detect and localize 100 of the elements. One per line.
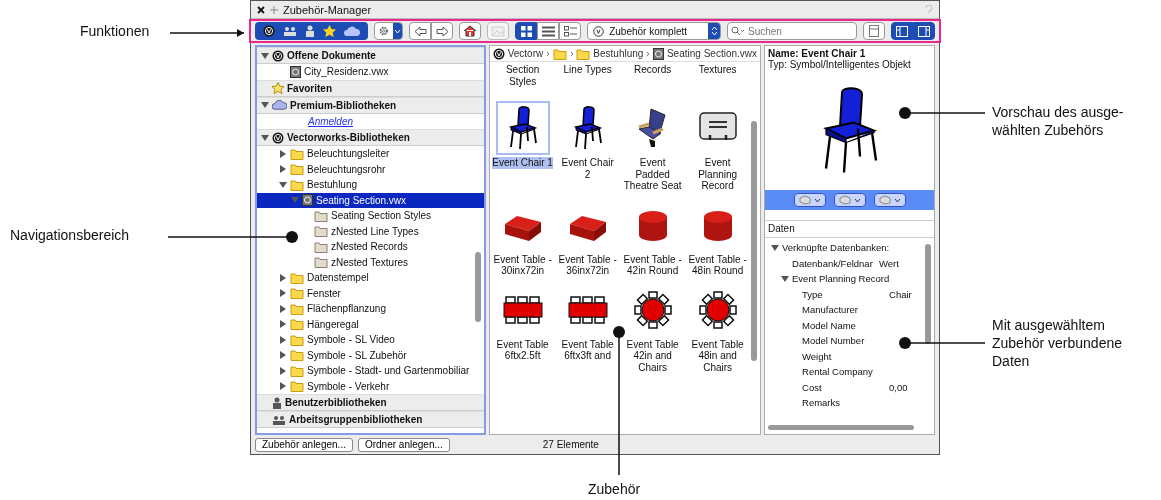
item-label[interactable]: Event Table - 42in Round [622,253,683,277]
close-icon[interactable] [257,5,265,14]
tree-item[interactable]: Bestuhlung [257,177,484,193]
section-header[interactable]: Vectorworks-Bibliotheken [257,129,484,146]
document-icon [652,47,664,60]
expand-triangle-icon[interactable] [279,382,287,391]
forward-button[interactable] [431,22,454,40]
home-button[interactable] [459,22,482,40]
item-count: 27 Elemente [542,439,599,450]
expand-triangle-icon[interactable] [279,289,287,298]
section-header[interactable]: Offene Dokumente [257,47,484,64]
tree-item[interactable]: Beleuchtungsleiter [257,146,484,162]
item-label[interactable]: Event Chair 1 [492,157,553,169]
expand-triangle-icon[interactable] [279,351,287,360]
tree-item[interactable]: zNested Textures [257,254,484,270]
expand-triangle-icon[interactable] [279,149,287,158]
item-label[interactable]: Event Table 6ftx3ft and [557,338,618,362]
item-label[interactable]: Event Table - 48in Round [687,253,748,277]
data-field-label: Cost [802,381,823,393]
breadcrumb-item[interactable]: Bestuhlung [593,48,644,59]
panel-button[interactable] [863,22,885,40]
collapse-triangle-icon[interactable] [261,133,269,142]
cloud-icon[interactable] [344,26,360,36]
item-label[interactable]: Textures [687,64,748,76]
horizontal-scrollbar[interactable] [768,425,914,430]
tree-item[interactable]: Beleuchtungsrohr [257,161,484,177]
view-dropdown[interactable] [793,193,826,207]
grid-view-button[interactable] [515,22,538,40]
data-field-value: Wert [879,257,899,269]
item-label[interactable]: Event Padded Theatre Seat [622,157,683,192]
item-label[interactable]: Event Table 6ftx2.5ft [492,338,553,362]
tree-item[interactable]: City_Residenz.vwx [257,64,484,80]
expand-triangle-icon[interactable] [279,273,287,282]
create-button[interactable]: Zubehör anlegen... [255,437,353,452]
sign-in-link[interactable]: Anmelden [308,115,354,127]
back-button[interactable] [409,22,432,40]
search-icon [731,26,745,36]
item-label[interactable]: Event Table 48in and Chairs [687,338,748,373]
item-label[interactable]: Line Types [557,64,618,76]
detail-view-button[interactable] [559,22,582,40]
tree-item[interactable]: Fenster [257,285,484,301]
expand-triangle-icon[interactable] [279,320,287,329]
data-field-label: Event Planning Record [792,273,890,285]
folder-icon [290,349,304,362]
data-field-label: Manufacturer [802,304,859,316]
star-icon[interactable] [323,25,336,37]
collapse-triangle-icon[interactable] [261,101,269,109]
item-label[interactable]: Event Chair 2 [557,157,618,180]
tree-item[interactable]: Anmelden [257,113,484,129]
callout-label: Vorschau des ausge- wählten Zubehörs [992,103,1124,139]
breadcrumb-item[interactable]: Vectorw [507,48,544,59]
tree-item[interactable]: zNested Records [257,239,484,255]
list-icon [541,25,555,37]
expand-triangle-icon[interactable] [279,304,287,313]
tree-item[interactable]: Seating Section Styles [257,208,484,224]
item-label[interactable]: Event Table 42in and Chairs [622,338,683,373]
expand-triangle-icon[interactable] [279,165,287,174]
column-header[interactable]: Daten [768,223,795,234]
item-thumbnail[interactable] [495,101,550,155]
user-icon [272,396,282,409]
scrollbar[interactable] [925,244,931,344]
content-filter-dropdown[interactable]: Zubehör komplett [587,22,721,40]
tree-item[interactable]: Hängeregal [257,316,484,332]
settings-dropdown[interactable] [374,22,404,40]
search-field[interactable]: Suchen [727,22,857,40]
expand-triangle-icon[interactable] [279,366,287,375]
tree-item-label[interactable]: Symbole - Stadt- und Gartenmobiliar [307,365,470,377]
item-label[interactable]: Event Table - 30inx72in [492,253,553,277]
section-header[interactable]: Benutzerbibliotheken [257,394,484,411]
user-icon[interactable] [305,25,315,37]
data-field-label: Remarks [802,397,842,409]
collapse-triangle-icon[interactable] [781,274,789,283]
panel-toggle-button[interactable] [913,22,935,40]
tree-item-label[interactable]: Symbole - SL Zubehör [307,349,407,361]
tree-item-label[interactable]: Symbole - SL Video [307,334,395,346]
item-label[interactable]: Event Planning Record [687,157,748,192]
cube-icon [838,195,851,205]
dropdown-arrows-icon [710,25,718,37]
collapse-triangle-icon[interactable] [261,51,269,60]
tree-item[interactable]: Flächenpflanzung [257,301,484,317]
item-label[interactable]: Records [622,64,683,76]
scrollbar[interactable] [751,121,757,361]
collapse-triangle-icon[interactable] [279,180,287,189]
item-label[interactable]: Section Styles [492,64,553,87]
panel-toggle-button[interactable] [891,22,913,40]
tree-item-label[interactable]: Symbole - Verkehr [307,380,390,392]
tree-item[interactable]: zNested Line Types [257,223,484,239]
list-view-button[interactable] [537,22,560,40]
section-header[interactable]: Arbeitsgruppenbibliotheken [257,411,484,428]
style-dropdown[interactable] [873,193,906,207]
render-dropdown[interactable] [833,193,866,207]
scrollbar[interactable] [474,252,481,322]
tree-item[interactable]: Seating Section.vwx [257,192,484,208]
collapse-triangle-icon[interactable] [771,243,779,252]
create-button[interactable]: Ordner anlegen... [357,437,450,452]
breadcrumb-item[interactable]: Seating Section.vwx [666,48,757,59]
group-icon[interactable] [283,25,297,37]
item-label[interactable]: Event Table - 36inx72in [557,253,618,277]
tree-item[interactable]: Datenstempel [257,270,484,286]
expand-triangle-icon[interactable] [279,335,287,344]
